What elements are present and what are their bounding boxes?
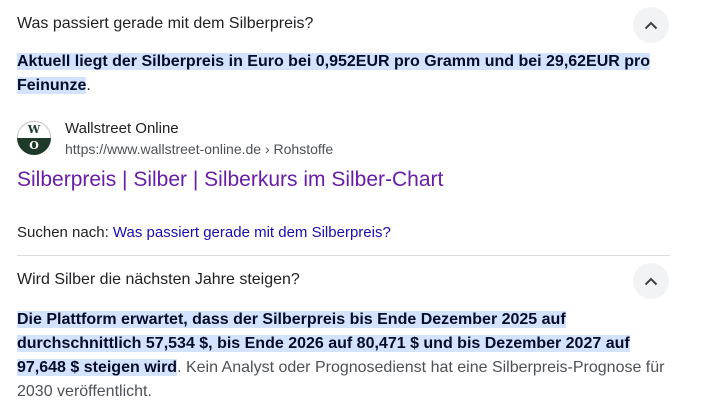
site-name: Wallstreet Online <box>65 120 179 137</box>
collapse-button-1[interactable] <box>633 7 669 43</box>
faq-question-2-text: Wird Silber die nächsten Jahre steigen? <box>17 271 300 288</box>
faq-panel: Was passiert gerade mit dem Silberpreis?… <box>17 0 670 400</box>
wallstreet-online-logo-icon: W O <box>17 121 51 155</box>
search-for: Suchen nach: Was passiert gerade mit dem… <box>17 223 391 243</box>
source-site[interactable]: W O Wallstreet Online https://www.wallst… <box>17 118 617 158</box>
faq-question-1-text: Was passiert gerade mit dem Silberpreis? <box>17 15 314 32</box>
answer-1-rest: . <box>86 77 91 94</box>
collapse-button-2[interactable] <box>633 263 669 299</box>
search-for-link[interactable]: Was passiert gerade mit dem Silberpreis? <box>113 224 391 241</box>
answer-1-highlight: Aktuell liegt der Silberpreis in Euro be… <box>17 53 651 94</box>
search-for-label: Suchen nach: <box>17 224 113 241</box>
faq-question-1[interactable]: Was passiert gerade mit dem Silberpreis? <box>17 0 670 50</box>
faq-question-2[interactable]: Wird Silber die nächsten Jahre steigen? <box>17 256 670 306</box>
site-url: https://www.wallstreet-online.de › Rohst… <box>65 141 334 157</box>
result-title-link[interactable]: Silberpreis | Silber | Silberkurs im Sil… <box>17 166 443 194</box>
faq-answer-1: Aktuell liegt der Silberpreis in Euro be… <box>17 50 657 98</box>
faq-answer-2: Die Plattform erwartet, dass der Silberp… <box>17 308 677 404</box>
chevron-up-icon <box>644 277 658 285</box>
chevron-up-icon <box>644 21 658 29</box>
